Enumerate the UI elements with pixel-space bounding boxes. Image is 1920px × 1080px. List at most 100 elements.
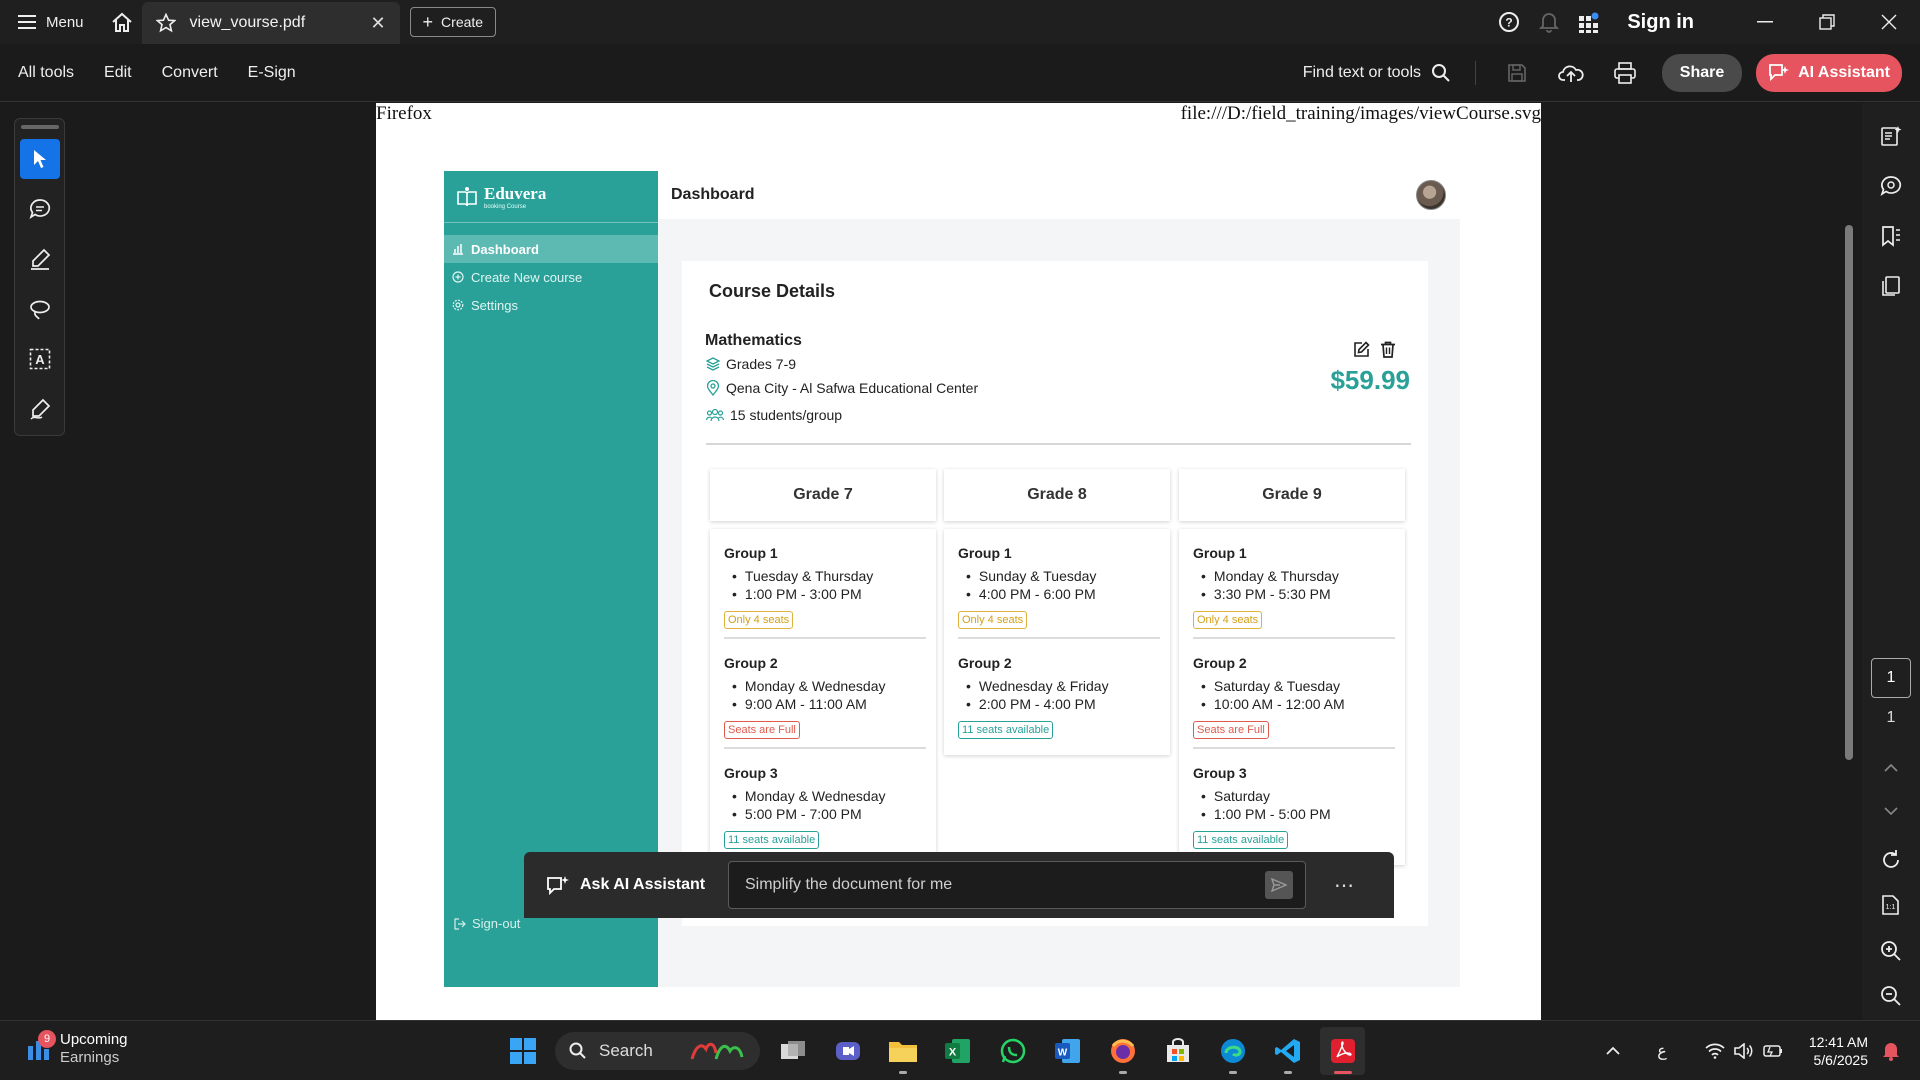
firefox-icon[interactable]	[1100, 1027, 1145, 1075]
fit-page-icon[interactable]: 1:1	[1862, 880, 1920, 930]
bookmarks-icon[interactable]	[1862, 211, 1920, 261]
hamburger-icon	[18, 15, 36, 29]
group-item: Group 3 Monday & Wednesday 5:00 PM - 7:0…	[724, 749, 926, 857]
nav-item-dashboard[interactable]: Dashboard	[444, 235, 658, 263]
apps-grid-icon[interactable]	[1569, 0, 1609, 44]
close-tab-icon[interactable]: ✕	[370, 13, 385, 34]
ask-ai-bar: Ask AI Assistant Simplify the document f…	[524, 852, 1394, 918]
clock[interactable]: 12:41 AM 5/6/2025	[1809, 1033, 1868, 1069]
star-icon[interactable]	[155, 13, 176, 33]
minimize-button[interactable]	[1734, 0, 1796, 44]
vscode-icon[interactable]	[1265, 1027, 1310, 1075]
title-bar: Menu view_vourse.pdf ✕ + Create ? Sign i…	[0, 0, 1920, 44]
highlight-tool[interactable]	[20, 239, 60, 279]
ai-prompt-input[interactable]: Simplify the document for me	[728, 861, 1306, 909]
ai-assistant-button[interactable]: AI Assistant	[1756, 53, 1902, 92]
group-name: Group 1	[1193, 545, 1247, 561]
start-button[interactable]	[500, 1027, 545, 1075]
word-icon[interactable]: W	[1045, 1027, 1090, 1075]
course-price: $59.99	[1330, 365, 1410, 395]
zoom-in-icon[interactable]	[1862, 926, 1920, 976]
text-tool[interactable]: A	[20, 339, 60, 379]
help-icon[interactable]: ?	[1489, 0, 1529, 44]
group-item: Group 1 Tuesday & Thursday 1:00 PM - 3:0…	[724, 529, 926, 639]
teams-meet-icon[interactable]	[825, 1027, 870, 1075]
menu-all-tools[interactable]: All tools	[18, 64, 74, 82]
home-button[interactable]	[102, 0, 142, 44]
menu-button[interactable]: Menu	[0, 0, 102, 44]
find-tools-search[interactable]: Find text or tools	[1303, 63, 1451, 83]
show-hidden-icons-chevron-icon[interactable]	[1605, 1046, 1621, 1056]
send-button[interactable]	[1265, 871, 1293, 899]
nav-item-settings[interactable]: Settings	[444, 291, 658, 319]
group-item: Group 1 Monday & Thursday 3:30 PM - 5:30…	[1193, 529, 1395, 639]
save-icon[interactable]	[1490, 44, 1544, 102]
cursor-arrow-icon	[33, 150, 46, 168]
battery-icon[interactable]	[1761, 1044, 1783, 1058]
total-pages: 1	[1886, 709, 1896, 726]
edit-icon[interactable]	[1353, 341, 1370, 358]
menu-convert[interactable]: Convert	[162, 64, 218, 82]
logo-name: Eduvera	[484, 183, 547, 203]
menu-e-sign[interactable]: E-Sign	[248, 64, 296, 82]
current-page-input[interactable]: 1	[1871, 658, 1911, 698]
ask-ai-label: Ask AI Assistant	[580, 876, 706, 893]
ai-chat-icon	[547, 876, 569, 896]
ai-assistant-label: AI Assistant	[1798, 63, 1890, 81]
comment-tool[interactable]	[20, 189, 60, 229]
grade-column: Grade 9 Group 1 Monday & Thursday 3:30 P…	[1179, 469, 1405, 865]
taskbar-search[interactable]: Search	[555, 1032, 760, 1070]
zoom-out-icon[interactable]	[1862, 971, 1920, 1021]
users-icon	[706, 408, 724, 422]
share-button[interactable]: Share	[1662, 53, 1742, 92]
select-tool[interactable]	[19, 139, 60, 179]
volume-icon[interactable]	[1733, 1043, 1753, 1059]
app-header: Dashboard	[658, 171, 1460, 219]
cloud-upload-icon[interactable]	[1544, 44, 1598, 102]
find-label: Find text or tools	[1302, 63, 1421, 81]
print-icon[interactable]	[1598, 44, 1652, 102]
trash-icon[interactable]	[1380, 341, 1396, 358]
clock-date: 5/6/2025	[1813, 1052, 1869, 1068]
more-options-icon[interactable]: ⋯	[1334, 873, 1354, 898]
microsoft-store-icon[interactable]	[1155, 1027, 1200, 1075]
whatsapp-icon[interactable]	[990, 1027, 1035, 1075]
sign-in-button[interactable]: Sign in	[1627, 11, 1694, 34]
comment-icon	[28, 199, 50, 219]
notification-bell-icon[interactable]	[1529, 0, 1569, 44]
create-button[interactable]: + Create	[409, 7, 497, 37]
group-item: Group 3 Saturday 1:00 PM - 5:00 PM 11 se…	[1193, 749, 1395, 857]
comments-panel-icon[interactable]	[1862, 161, 1920, 211]
task-view-icon[interactable]	[770, 1027, 815, 1075]
ai-summary-icon[interactable]	[1862, 111, 1920, 161]
user-avatar[interactable]	[1416, 180, 1446, 210]
dashboard-title: Dashboard	[671, 186, 755, 203]
group-name: Group 1	[724, 545, 778, 561]
file-explorer-icon[interactable]	[880, 1027, 925, 1075]
nav-item-create-course[interactable]: Create New course	[444, 263, 658, 291]
refresh-icon[interactable]	[1862, 835, 1920, 885]
vertical-scrollbar[interactable]	[1845, 225, 1853, 760]
pages-thumbnail-icon[interactable]	[1862, 261, 1920, 311]
document-tab[interactable]: view_vourse.pdf ✕	[141, 2, 400, 44]
notification-bell-icon[interactable]	[1882, 1041, 1900, 1061]
sign-tool[interactable]	[20, 389, 60, 429]
sign-out-link[interactable]: Sign-out	[454, 916, 520, 931]
menu-edit[interactable]: Edit	[104, 64, 132, 82]
restore-button[interactable]	[1796, 0, 1858, 44]
right-side-panel: 1 1 1:1	[1862, 103, 1920, 1020]
rail-drag-handle[interactable]	[20, 125, 59, 129]
news-widget[interactable]: 9 Upcoming Earnings	[26, 1030, 128, 1067]
edge-icon[interactable]	[1210, 1027, 1255, 1075]
close-window-button[interactable]	[1858, 0, 1920, 44]
excel-icon[interactable]: X	[935, 1027, 980, 1075]
input-language-indicator[interactable]: ع	[1657, 1041, 1667, 1061]
draw-tool[interactable]	[20, 289, 60, 329]
send-icon	[1271, 878, 1287, 892]
lasso-icon	[29, 300, 50, 320]
seats-badge: Only 4 seats	[958, 611, 1028, 629]
group-list: Group 1 Monday & Thursday 3:30 PM - 5:30…	[1179, 529, 1405, 865]
acrobat-icon[interactable]	[1320, 1027, 1365, 1075]
wifi-icon[interactable]	[1705, 1043, 1725, 1059]
page-down-chevron-icon[interactable]	[1862, 786, 1920, 836]
